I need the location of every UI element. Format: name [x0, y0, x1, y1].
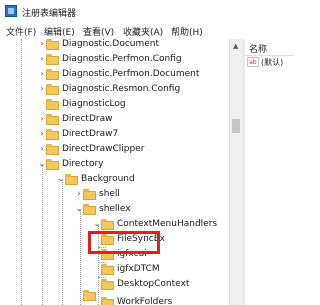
tree-node-igfxdtcm[interactable]: igfxDTCM: [0, 264, 230, 277]
chevron-down-icon[interactable]: ⌄: [38, 159, 46, 168]
highlight-box: [88, 231, 160, 254]
menu-favorites[interactable]: 收藏夹(A): [123, 25, 163, 38]
folder-icon: [46, 39, 59, 50]
tree-guide-line: [98, 262, 106, 263]
string-value-icon: ab: [247, 57, 259, 67]
chevron-right-icon[interactable]: ›: [75, 189, 83, 198]
tree-node-label: WorkFolders: [117, 297, 173, 305]
menu-edit[interactable]: 编辑(E): [44, 25, 75, 38]
tree-node-label: DiagnosticLog: [62, 99, 126, 109]
folder-icon: [101, 219, 114, 230]
tree-node-label: shellex: [99, 204, 131, 214]
tree-node-label: Background: [81, 174, 135, 184]
tree-node-diagnostic-resmon-config[interactable]: › Diagnostic.Resmon.Config: [0, 84, 230, 97]
scroll-thumb[interactable]: [232, 119, 240, 133]
tree-node-diagnostic-document[interactable]: › Diagnostic.Document: [0, 39, 230, 52]
chevron-down-icon[interactable]: ⌄: [57, 174, 65, 183]
chevron-right-icon[interactable]: ›: [38, 114, 46, 123]
title-bar: 注册表编辑器: [0, 0, 294, 22]
chevron-down-icon[interactable]: ⌄: [93, 219, 101, 228]
folder-icon: [46, 69, 59, 80]
folder-icon: [65, 174, 78, 185]
chevron-right-icon[interactable]: ›: [38, 54, 46, 63]
tree-scrollbar[interactable]: ▲: [229, 39, 243, 305]
tree-node-label: DirectDraw: [62, 114, 113, 124]
tree-node-shell[interactable]: › shell: [0, 189, 230, 202]
chevron-right-icon[interactable]: ›: [38, 69, 46, 78]
tree-node-label: igfxDTCM: [117, 264, 160, 274]
tree-node-label: DesktopContext: [117, 279, 190, 289]
values-pane[interactable]: 名称 ab (默认): [245, 39, 294, 305]
folder-icon: [83, 204, 96, 215]
tree-node-label: Diagnostic.Perfmon.Document: [62, 69, 200, 79]
folder-icon: [46, 54, 59, 65]
menu-file[interactable]: 文件(F): [6, 25, 36, 38]
tree-node-diagnostic-perfmon-config[interactable]: › Diagnostic.Perfmon.Config: [0, 54, 230, 67]
chevron-right-icon[interactable]: ›: [38, 39, 46, 48]
folder-icon: [46, 99, 59, 110]
tree-node-shellex[interactable]: ⌄ shellex: [0, 204, 230, 217]
tree-node-directdraw[interactable]: › DirectDraw: [0, 114, 230, 127]
folder-icon: [83, 189, 96, 200]
window-title: 注册表编辑器: [22, 9, 77, 19]
tree-node-workfolders[interactable]: WorkFolders: [0, 297, 230, 305]
tree-node-label: ContextMenuHandlers: [117, 219, 218, 229]
folder-icon: [101, 279, 114, 290]
tree-node-diagnosticlog[interactable]: DiagnosticLog: [0, 99, 230, 112]
menu-view[interactable]: 查看(V): [83, 25, 114, 38]
menu-bar: 文件(F) 编辑(E) 查看(V) 收藏夹(A) 帮助(H): [0, 22, 294, 40]
folder-icon: [101, 297, 114, 305]
chevron-down-icon[interactable]: ⌄: [75, 204, 83, 213]
column-header-name[interactable]: 名称: [245, 39, 294, 56]
folder-icon: [46, 129, 59, 140]
value-name: (默认): [261, 58, 284, 67]
chevron-right-icon[interactable]: ›: [38, 129, 46, 138]
chevron-right-icon[interactable]: ›: [38, 144, 46, 153]
tree-node-label: Diagnostic.Perfmon.Config: [62, 54, 182, 64]
tree-node-label: Diagnostic.Document: [62, 39, 160, 49]
tree-node-label: DirectDraw7: [62, 129, 119, 139]
folder-icon: [46, 144, 59, 155]
tree-node-label: DirectDrawClipper: [62, 144, 145, 154]
tree-node-directdrawclipper[interactable]: › DirectDrawClipper: [0, 144, 230, 157]
registry-editor-icon: [5, 5, 17, 17]
folder-icon: [46, 84, 59, 95]
tree-guide-line: [98, 277, 106, 278]
tree-node-label: Directory: [62, 159, 104, 169]
chevron-right-icon[interactable]: ›: [38, 84, 46, 93]
tree-node-background[interactable]: ⌄ Background: [0, 174, 230, 187]
folder-icon: [101, 264, 114, 275]
tree-node-diagnostic-perfmon-document[interactable]: › Diagnostic.Perfmon.Document: [0, 69, 230, 82]
tree-node-label: shell: [99, 189, 120, 199]
tree-node-label: Diagnostic.Resmon.Config: [62, 84, 181, 94]
folder-icon: [46, 114, 59, 125]
tree-node-directdraw7[interactable]: › DirectDraw7: [0, 129, 230, 142]
scroll-up-arrow-icon[interactable]: ▲: [233, 42, 238, 50]
registry-tree[interactable]: › Diagnostic.Document › Diagnostic.Perfm…: [0, 39, 230, 305]
menu-help[interactable]: 帮助(H): [171, 25, 203, 38]
column-header-label: 名称: [249, 45, 268, 55]
folder-icon: [46, 159, 59, 170]
tree-node-directory[interactable]: ⌄ Directory: [0, 159, 230, 172]
